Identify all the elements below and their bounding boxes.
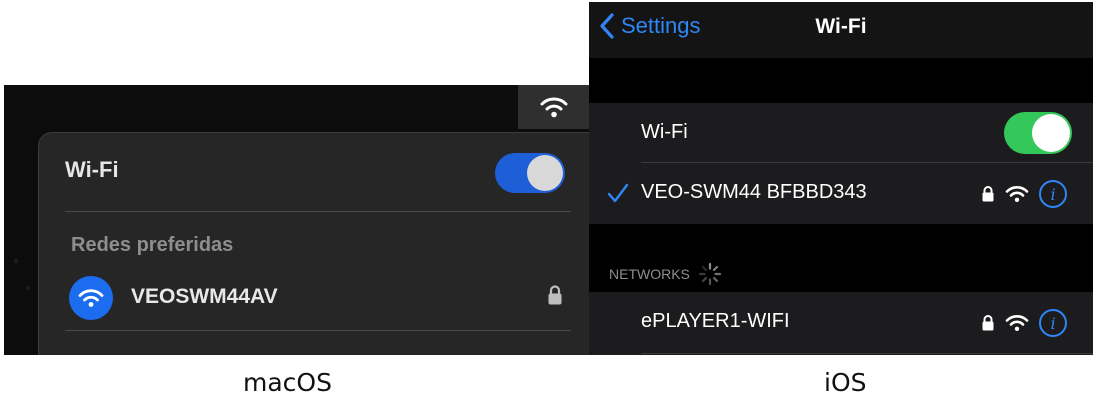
connected-network-icons: i bbox=[981, 180, 1067, 208]
macos-panel: Wi-Fi Redes preferidas VEOSWM44AV bbox=[4, 85, 589, 355]
wifi-icon bbox=[78, 289, 104, 307]
wifi-menu-title: Wi-Fi bbox=[65, 157, 119, 182]
networks-section-header: NETWORKS bbox=[609, 262, 722, 286]
network-icons: i bbox=[981, 309, 1067, 337]
divider bbox=[641, 353, 1093, 354]
network-wifi-icon bbox=[69, 276, 113, 320]
connected-network-name[interactable]: VEO-SWM44 BFBBD343 bbox=[641, 181, 867, 204]
checkmark-icon bbox=[607, 183, 629, 203]
divider bbox=[641, 162, 1093, 163]
wifi-menu: Wi-Fi Redes preferidas VEOSWM44AV bbox=[38, 132, 589, 355]
wifi-icon bbox=[540, 97, 567, 118]
toggle-knob bbox=[527, 155, 563, 191]
caption-ios: iOS bbox=[824, 368, 867, 397]
info-glyph: i bbox=[1050, 184, 1056, 204]
page-title: Wi-Fi bbox=[815, 15, 867, 38]
preferred-networks-label: Redes preferidas bbox=[71, 234, 234, 256]
network-name[interactable]: VEOSWM44AV bbox=[131, 285, 278, 309]
lock-icon bbox=[982, 186, 994, 202]
lock-icon bbox=[548, 285, 562, 305]
toggle-knob bbox=[1032, 114, 1070, 152]
wifi-row-label: Wi-Fi bbox=[641, 121, 688, 143]
menubar-wifi-button[interactable] bbox=[518, 85, 589, 129]
info-button[interactable]: i bbox=[1039, 309, 1067, 337]
info-glyph: i bbox=[1050, 313, 1056, 333]
wifi-toggle[interactable] bbox=[1004, 112, 1072, 154]
info-button[interactable]: i bbox=[1039, 180, 1067, 208]
wifi-icon bbox=[1005, 186, 1029, 202]
networks-header-label: NETWORKS bbox=[609, 266, 690, 282]
wifi-toggle[interactable] bbox=[495, 153, 565, 193]
loading-spinner-icon bbox=[698, 262, 721, 286]
divider bbox=[65, 330, 571, 331]
ios-panel: Settings Wi-Fi Wi-Fi VEO-SWM44 BFBBD343 … bbox=[589, 2, 1093, 355]
network-name[interactable]: ePLAYER1-WIFI bbox=[641, 310, 790, 333]
caption-macos: macOS bbox=[243, 368, 332, 397]
divider bbox=[65, 211, 571, 212]
wifi-icon bbox=[1005, 315, 1029, 331]
lock-icon bbox=[982, 315, 994, 331]
navigation-bar: Settings Wi-Fi bbox=[589, 2, 1093, 58]
